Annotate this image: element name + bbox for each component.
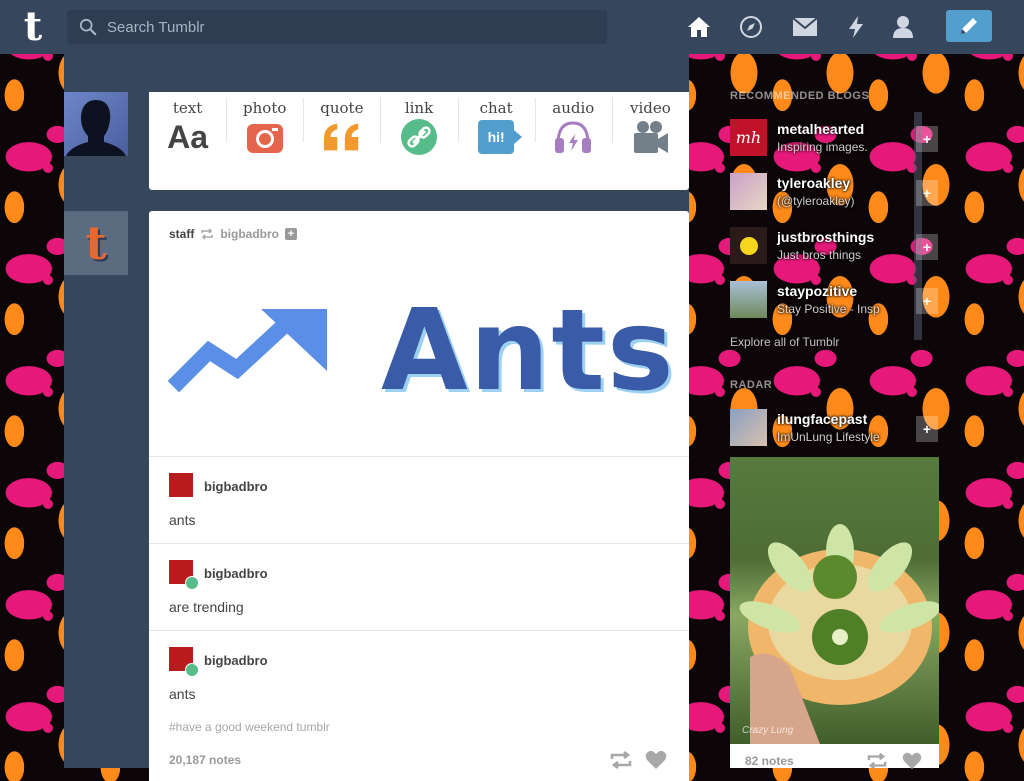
radar-post: Crazy Lung 82 notes: [730, 457, 939, 770]
post-type-quote[interactable]: quote: [303, 92, 380, 190]
camera-icon: [245, 120, 285, 154]
account-icon[interactable]: [890, 14, 916, 40]
post-type-audio[interactable]: audio: [534, 92, 612, 190]
banner-ants-text: Ants: [381, 286, 676, 416]
post-header: staff bigbadbro +: [169, 227, 298, 241]
blog-name[interactable]: staypozitive: [777, 283, 857, 299]
reblog-text: are trending: [169, 599, 244, 615]
post-type-selector: text Aa photo quote link chat hi! audio: [149, 92, 689, 190]
avatar[interactable]: [730, 227, 767, 264]
avatar[interactable]: [730, 409, 767, 446]
post-author[interactable]: staff: [169, 227, 194, 241]
radar-notes-count[interactable]: 82 notes: [745, 754, 794, 768]
lightning-icon[interactable]: [843, 14, 869, 40]
reblog-entry: bigbadbro ants: [149, 456, 689, 544]
recommended-blog-item[interactable]: justbrosthings Just bros things +: [730, 227, 940, 281]
blog-name[interactable]: ilungfacepast: [777, 411, 867, 427]
avatar[interactable]: [169, 473, 193, 497]
post-type-video[interactable]: video: [611, 92, 689, 190]
blog-name[interactable]: justbrosthings: [777, 229, 874, 245]
reblog-username[interactable]: bigbadbro: [204, 566, 268, 581]
radar-reblog-button[interactable]: [866, 752, 888, 770]
avatar[interactable]: [730, 173, 767, 210]
compass-icon[interactable]: [738, 14, 764, 40]
heart-icon: [645, 750, 667, 769]
reblog-entry: bigbadbro are trending: [149, 543, 689, 631]
post-type-link[interactable]: link: [380, 92, 457, 190]
radar-like-button[interactable]: [902, 752, 924, 770]
compose-button[interactable]: [946, 10, 992, 42]
blog-name[interactable]: metalhearted: [777, 121, 864, 137]
blog-description: ImUnLung Lifestyle: [777, 430, 880, 444]
reblog-button[interactable]: [609, 750, 633, 770]
search-input[interactable]: [105, 17, 589, 37]
reblog-username[interactable]: bigbadbro: [204, 653, 268, 668]
follow-plus-icon[interactable]: +: [285, 228, 298, 240]
follow-button[interactable]: +: [916, 180, 938, 206]
like-button[interactable]: [645, 750, 669, 770]
avatar[interactable]: mh: [730, 119, 767, 156]
reblog-text: ants: [169, 686, 196, 702]
sidebar: RECOMMENDED BLOGS mh metalhearted Inspir…: [730, 54, 940, 770]
chat-icon: hi!: [476, 120, 523, 154]
post-type-text[interactable]: text Aa: [149, 92, 226, 190]
recommended-blogs-heading: RECOMMENDED BLOGS: [730, 90, 870, 102]
dashboard-post: staff bigbadbro + Ants bigbadbro ants bi…: [149, 211, 689, 781]
headphones-icon: [553, 120, 593, 154]
follow-button[interactable]: +: [916, 416, 938, 442]
search-box[interactable]: [67, 10, 607, 44]
text-icon: Aa: [167, 118, 209, 155]
post-notes-count[interactable]: 20,187 notes: [169, 753, 241, 767]
mail-icon[interactable]: [792, 14, 818, 40]
reblog-entry: bigbadbro ants: [149, 630, 689, 718]
home-icon[interactable]: [686, 14, 712, 40]
video-camera-icon: [630, 120, 670, 154]
image-credit: Crazy Lung: [742, 725, 794, 736]
follow-button[interactable]: +: [916, 126, 938, 152]
follow-button[interactable]: +: [916, 234, 938, 260]
reblog-username[interactable]: bigbadbro: [204, 479, 268, 494]
quote-icon: [322, 120, 362, 154]
blog-description: Just bros things: [777, 248, 862, 262]
post-type-chat[interactable]: chat hi!: [457, 92, 535, 190]
avatar[interactable]: [730, 281, 767, 318]
reblog-icon: [610, 750, 632, 770]
radar-blog-item[interactable]: ilungfacepast ImUnLung Lifestyle +: [730, 409, 940, 463]
reblog-icon: [867, 752, 887, 770]
search-icon: [79, 18, 97, 36]
recommended-blog-item[interactable]: mh metalhearted Inspiring images. +: [730, 119, 940, 173]
top-navigation-bar: t: [0, 0, 1024, 54]
reblog-badge-icon: [185, 576, 199, 590]
blog-description: Stay Positive - Insp: [777, 302, 880, 316]
explore-link[interactable]: Explore all of Tumblr: [730, 335, 839, 349]
follow-button[interactable]: +: [916, 288, 938, 314]
post-type-photo[interactable]: photo: [226, 92, 303, 190]
recommended-blog-item[interactable]: staypozitive Stay Positive - Insp +: [730, 281, 940, 335]
blog-description: (@tyleroakley): [777, 194, 855, 208]
reblogged-from-user[interactable]: bigbadbro: [220, 227, 279, 241]
heart-icon: [902, 752, 922, 770]
recommended-blog-item[interactable]: tyleroakley (@tyleroakley) +: [730, 173, 940, 227]
radar-heading: RADAR: [730, 379, 773, 391]
staff-avatar[interactable]: t: [64, 211, 128, 275]
user-avatar[interactable]: [64, 92, 128, 156]
pencil-icon: [961, 18, 977, 34]
reblog-icon: [201, 228, 214, 240]
post-tags[interactable]: #have a good weekend tumblr: [169, 720, 330, 734]
reblog-badge-icon: [185, 663, 199, 677]
link-icon: [399, 119, 439, 155]
reblog-text: ants: [169, 512, 196, 528]
tumblr-logo[interactable]: t: [16, 7, 50, 47]
radar-post-image[interactable]: Crazy Lung: [730, 457, 939, 744]
blog-description: Inspiring images.: [777, 140, 868, 154]
blog-name[interactable]: tyleroakley: [777, 175, 850, 191]
